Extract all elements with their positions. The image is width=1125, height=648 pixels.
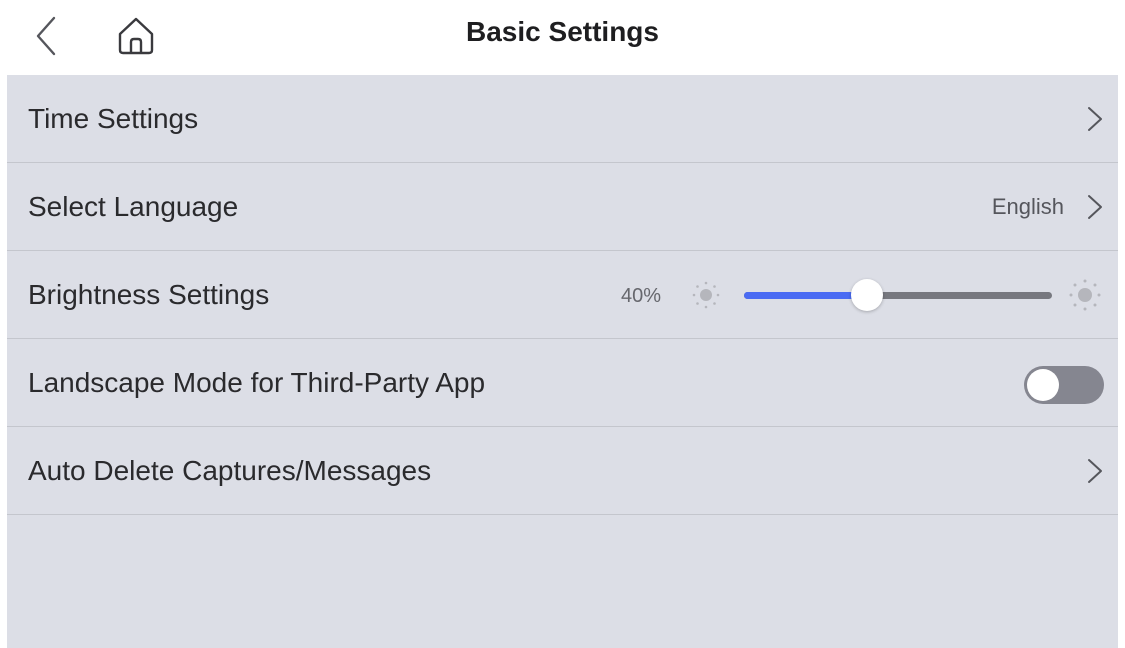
home-button[interactable] bbox=[112, 12, 160, 60]
toggle-knob bbox=[1027, 369, 1059, 401]
time-settings-label: Time Settings bbox=[28, 103, 199, 134]
page-title: Basic Settings bbox=[466, 16, 659, 47]
brightness-settings-row: Brightness Settings 40% bbox=[7, 251, 1118, 339]
chevron-right-icon bbox=[1088, 107, 1102, 131]
brightness-slider[interactable] bbox=[744, 279, 1052, 311]
auto-delete-row[interactable]: Auto Delete Captures/Messages bbox=[7, 427, 1118, 515]
time-settings-row[interactable]: Time Settings bbox=[7, 75, 1118, 163]
slider-thumb[interactable] bbox=[851, 279, 884, 311]
brightness-high-icon bbox=[1069, 279, 1101, 311]
landscape-mode-row: Landscape Mode for Third-Party App bbox=[7, 339, 1118, 427]
auto-delete-label: Auto Delete Captures/Messages bbox=[28, 455, 432, 486]
chevron-right-icon bbox=[1088, 459, 1102, 483]
brightness-low-icon bbox=[692, 281, 720, 309]
top-bar: Basic Settings bbox=[0, 0, 1125, 75]
landscape-mode-label: Landscape Mode for Third-Party App bbox=[28, 367, 486, 398]
select-language-row[interactable]: Select Language English bbox=[7, 163, 1118, 251]
chevron-left-icon bbox=[36, 16, 56, 56]
language-value: English bbox=[991, 194, 1064, 219]
brightness-percent: 40% bbox=[621, 285, 662, 307]
home-icon bbox=[118, 17, 154, 55]
select-language-label: Select Language bbox=[28, 191, 239, 222]
landscape-mode-toggle[interactable] bbox=[1024, 366, 1104, 404]
slider-fill bbox=[744, 292, 868, 299]
back-button[interactable] bbox=[28, 14, 68, 58]
settings-panel: Time Settings Select Language English Br… bbox=[7, 75, 1118, 648]
brightness-settings-label: Brightness Settings bbox=[28, 279, 270, 310]
chevron-right-icon bbox=[1088, 195, 1102, 219]
